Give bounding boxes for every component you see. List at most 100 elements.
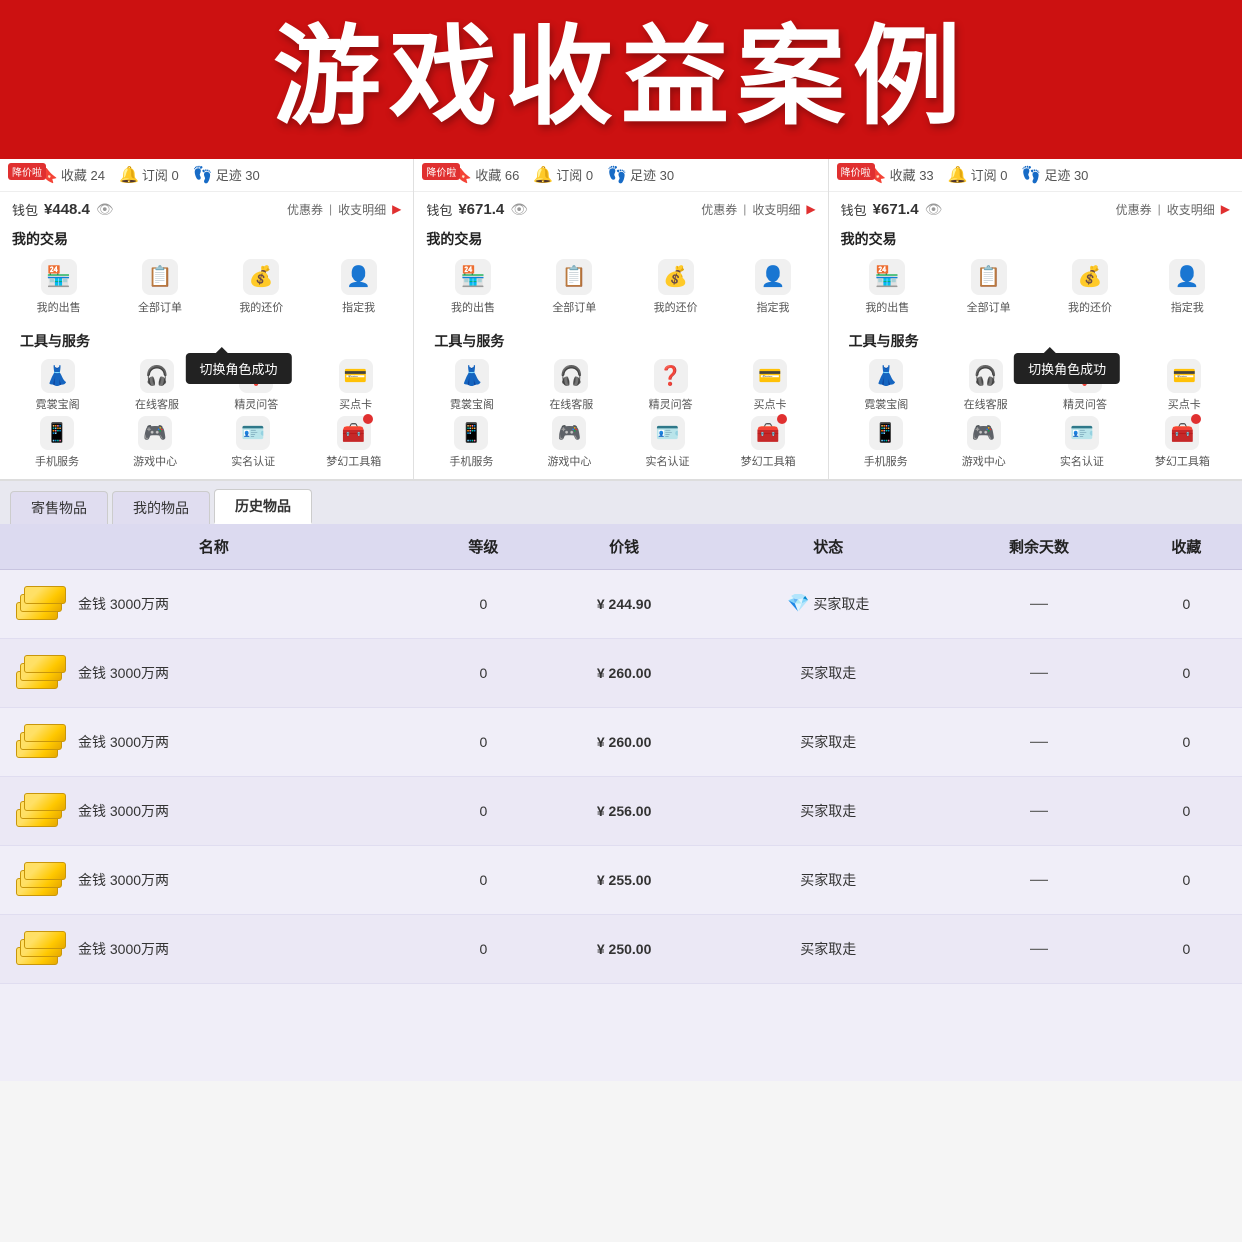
trade-item[interactable]: 📋全部订单 — [552, 259, 596, 315]
tool-icon-box: 📱 — [40, 416, 74, 450]
divider: | — [1158, 202, 1161, 216]
arrow-icon: ▶ — [806, 202, 815, 216]
item-status: 💎买家取走 — [709, 569, 947, 638]
eye-icon[interactable]: 👁 — [510, 201, 528, 218]
tool-item[interactable]: 📱手机服务 — [446, 416, 496, 469]
item-status: 买家取走 — [709, 707, 947, 776]
trade-icon-box: 💰 — [1072, 259, 1108, 295]
tool-item[interactable]: 🧰梦幻工具箱 — [326, 416, 381, 469]
tools-section: 工具与服务切换角色成功👗霓裳宝阁🎧在线客服❓精灵问答💳买点卡📱手机服务🎮游戏中心… — [829, 323, 1242, 479]
dash: — — [1030, 731, 1048, 751]
page-header: 游戏收益案例 — [0, 0, 1242, 159]
tool-label: 精灵问答 — [649, 396, 693, 412]
footprint-item: 👣 足迹 30 — [607, 165, 674, 185]
tool-item[interactable]: 💳买点卡 — [331, 359, 381, 412]
tool-item[interactable]: 💳买点卡 — [1159, 359, 1209, 412]
wallet-amount: ¥448.4 — [44, 201, 90, 218]
subscribe-icon: 🔔 — [948, 165, 968, 185]
statement-link[interactable]: 收支明细 — [1167, 201, 1215, 218]
gold-icon — [12, 584, 68, 624]
trade-icons: 🏪我的出售 📋全部订单 💰 我的还价 👤指定我 — [829, 253, 1242, 323]
tool-icon-box: 🪪 — [651, 416, 685, 450]
dash: — — [1030, 662, 1048, 682]
tool-item[interactable]: 🎧在线客服 — [961, 359, 1011, 412]
tool-item[interactable]: 👗霓裳宝阁 — [861, 359, 911, 412]
tool-item[interactable]: 📱 手机服务 — [861, 416, 911, 469]
collect-item: 🔖 收藏 66 — [452, 165, 519, 185]
tab-1[interactable]: 我的物品 — [112, 491, 210, 524]
page-title: 游戏收益案例 — [0, 18, 1242, 137]
table-header: 等级 — [428, 524, 539, 570]
tab-bar: 寄售物品我的物品历史物品 — [0, 481, 1242, 524]
trade-item[interactable]: 🏪我的出售 — [865, 259, 909, 315]
tool-item[interactable]: 🎮游戏中心 — [544, 416, 594, 469]
tool-icon-box: 🪪 — [1065, 416, 1099, 450]
tool-item[interactable]: 🎧在线客服 — [546, 359, 596, 412]
statement-link[interactable]: 收支明细 — [338, 201, 386, 218]
wallet-left: 钱包 ¥448.4 👁 — [12, 200, 114, 219]
footprint-item: 👣 足迹 30 — [193, 165, 260, 185]
tool-item[interactable]: 🎮游戏中心 — [130, 416, 180, 469]
tab-2[interactable]: 历史物品 — [214, 489, 312, 524]
tool-item[interactable]: 🪪 实名认证 — [643, 416, 693, 469]
tool-item[interactable]: 🪪实名认证 — [1057, 416, 1107, 469]
trade-icon-box: 👤 — [755, 259, 791, 295]
footprint-icon: 👣 — [607, 165, 627, 185]
tools-section: 工具与服务👗霓裳宝阁🎧在线客服❓精灵问答💳买点卡📱手机服务🎮游戏中心🪪实名认证🧰… — [414, 323, 827, 479]
tab-0[interactable]: 寄售物品 — [10, 491, 108, 524]
tool-item[interactable]: ❓精灵问答 — [646, 359, 696, 412]
item-days: — — [947, 638, 1131, 707]
tool-label: 实名认证 — [646, 453, 690, 469]
tool-item[interactable]: 🧰梦幻工具箱 — [1155, 416, 1210, 469]
trade-item[interactable]: 👤 指定我 — [755, 259, 791, 315]
trade-item[interactable]: 💰 我的还价 — [1068, 259, 1112, 315]
eye-icon[interactable]: 👁 — [925, 201, 943, 218]
tool-item[interactable]: 🎮游戏中心 — [959, 416, 1009, 469]
coupon-link[interactable]: 优惠券 — [1116, 201, 1152, 218]
coupon-link[interactable]: 优惠券 — [287, 201, 323, 218]
trade-icon-box: 🏪 — [41, 259, 77, 295]
trade-item[interactable]: 💰我的还价 — [239, 259, 283, 315]
statement-link[interactable]: 收支明细 — [752, 201, 800, 218]
item-level: 0 — [428, 776, 539, 845]
tool-item[interactable]: 📱手机服务 — [32, 416, 82, 469]
my-trade-label: 我的交易 — [0, 225, 413, 253]
trade-item-label: 指定我 — [1171, 299, 1204, 315]
tool-label: 精灵问答 — [1063, 396, 1107, 412]
trade-item[interactable]: 🏪我的出售 — [37, 259, 81, 315]
discount-badge: 降价啦 — [422, 163, 460, 180]
tool-item[interactable]: 💳买点卡 — [745, 359, 795, 412]
tool-label: 手机服务 — [864, 453, 908, 469]
tool-item[interactable]: 🪪实名认证 — [228, 416, 278, 469]
trade-item-label: 我的还价 — [1068, 299, 1112, 315]
coupon-link[interactable]: 优惠券 — [701, 201, 737, 218]
trade-item[interactable]: 💰我的还价 — [654, 259, 698, 315]
tool-item[interactable]: 🎧在线客服 — [132, 359, 182, 412]
trade-icon-box: 🏪 — [869, 259, 905, 295]
tool-icon-box: 🎮 — [138, 416, 172, 450]
trade-item-label: 指定我 — [756, 299, 789, 315]
tool-item[interactable]: 👗霓裳宝阁 — [447, 359, 497, 412]
footprint-icon: 👣 — [193, 165, 213, 185]
notif-dot — [1191, 414, 1201, 424]
wallet-left: 钱包 ¥671.4 👁 — [426, 200, 528, 219]
item-days: — — [947, 914, 1131, 983]
trade-item[interactable]: 🏪我的出售 — [451, 259, 495, 315]
table-header: 收藏 — [1131, 524, 1242, 570]
table-header: 剩余天数 — [947, 524, 1131, 570]
subscribe-icon: 🔔 — [533, 165, 553, 185]
tool-item[interactable]: 🧰梦幻工具箱 — [741, 416, 796, 469]
eye-icon[interactable]: 👁 — [96, 201, 114, 218]
tool-item[interactable]: 👗霓裳宝阁 — [33, 359, 83, 412]
tool-icon-box: 🎮 — [552, 416, 586, 450]
item-name: 金钱 3000万两 — [78, 801, 169, 821]
trade-icon-box: 📋 — [142, 259, 178, 295]
trade-item[interactable]: 📋全部订单 — [138, 259, 182, 315]
trade-item[interactable]: 👤指定我 — [1169, 259, 1205, 315]
trade-item[interactable]: 📋全部订单 — [967, 259, 1011, 315]
item-collect: 0 — [1131, 569, 1242, 638]
footprint-item: 👣 足迹 30 — [1021, 165, 1088, 185]
tools-row2: 📱 手机服务 🎮游戏中心 🪪实名认证 🧰梦幻工具箱 — [837, 414, 1234, 473]
tool-icon-box: 📱 — [869, 416, 903, 450]
trade-item[interactable]: 👤指定我 — [341, 259, 377, 315]
